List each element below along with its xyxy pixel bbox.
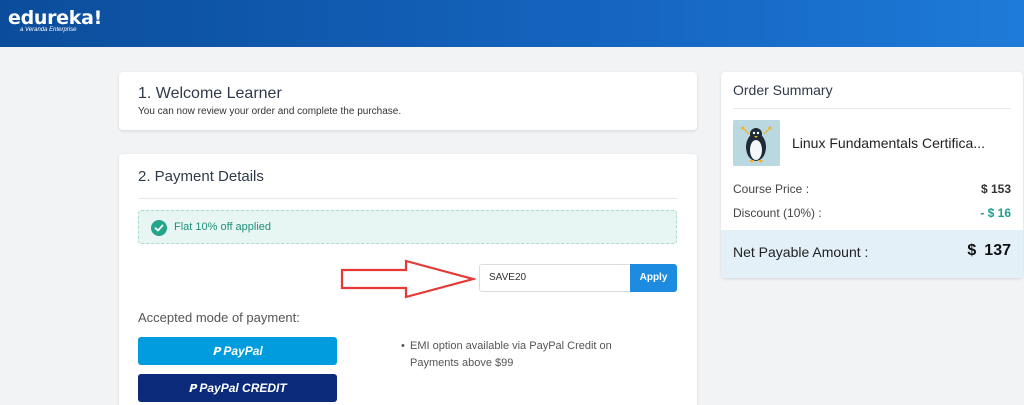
accepted-payment-label: Accepted mode of payment: <box>138 310 300 325</box>
net-payable-row: Net Payable Amount : $137 <box>721 230 1023 278</box>
course-price-row: Course Price : $ 153 <box>733 182 1011 196</box>
welcome-card: 1. Welcome Learner You can now review yo… <box>119 72 697 130</box>
logo-text: edureka! <box>8 7 102 29</box>
red-arrow-annotation-icon <box>340 259 476 299</box>
paypal-logo-icon: 𝗣 <box>188 383 197 395</box>
net-payable-amount: $137 <box>967 242 1011 260</box>
emi-note-text: EMI option available via PayPal Credit o… <box>410 340 612 369</box>
paypal-credit-button-label: PayPal CREDIT <box>199 381 287 395</box>
bullet-icon: • <box>401 340 405 352</box>
edureka-logo[interactable]: edureka! a Veranda Enterprise <box>8 8 102 33</box>
coupon-applied-message: Flat 10% off applied <box>174 221 272 233</box>
discount-label: Discount (10%) : <box>733 206 822 220</box>
course-name: Linux Fundamentals Certifica... <box>792 135 985 151</box>
divider <box>138 198 678 199</box>
discount-value: - $ 16 <box>980 206 1011 220</box>
paypal-button[interactable]: 𝗣 PayPal <box>138 337 337 365</box>
divider <box>733 108 1011 109</box>
net-payable-label: Net Payable Amount : <box>733 244 869 260</box>
course-price-label: Course Price : <box>733 182 810 196</box>
paypal-credit-button[interactable]: 𝗣 PayPal CREDIT <box>138 374 337 402</box>
top-header: edureka! a Veranda Enterprise <box>0 0 1024 47</box>
check-circle-icon <box>151 220 167 236</box>
paypal-button-label: PayPal <box>223 344 263 358</box>
discount-row: Discount (10%) : - $ 16 <box>733 206 1011 220</box>
welcome-subtitle: You can now review your order and comple… <box>138 106 402 117</box>
paypal-logo-icon: 𝗣 <box>212 346 221 358</box>
course-price-value: $ 153 <box>980 182 1011 196</box>
coupon-applied-alert: Flat 10% off applied <box>138 210 677 244</box>
payment-title: 2. Payment Details <box>138 168 264 185</box>
emi-note: • EMI option available via PayPal Credit… <box>401 338 640 372</box>
coupon-code-input[interactable]: SAVE20 <box>479 264 631 292</box>
apply-coupon-button[interactable]: Apply <box>630 264 677 292</box>
order-summary-card: Order Summary Linux Fundamentals Certifi… <box>721 72 1023 278</box>
welcome-title: 1. Welcome Learner <box>138 85 282 102</box>
order-summary-title: Order Summary <box>733 82 833 98</box>
payment-details-card: 2. Payment Details Flat 10% off applied … <box>119 154 697 405</box>
course-thumbnail-penguin-icon <box>733 120 780 166</box>
net-payable-value: 137 <box>984 242 1011 259</box>
currency-symbol: $ <box>967 242 977 259</box>
